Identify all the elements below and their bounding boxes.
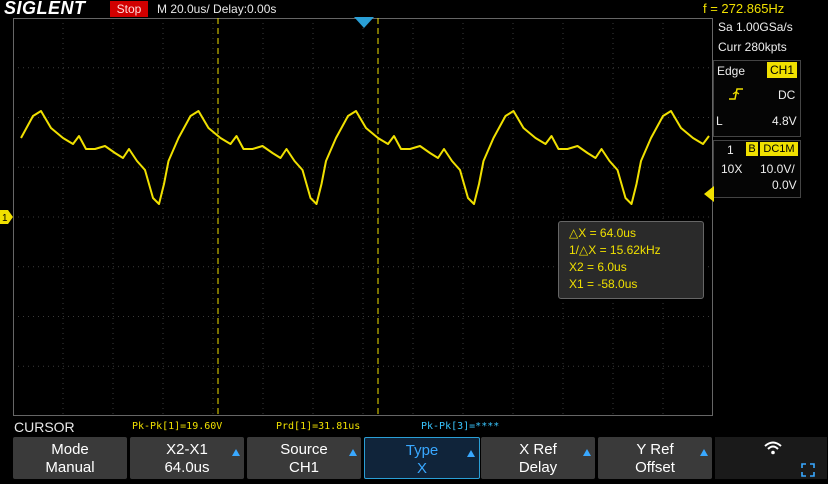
fullscreen-icon[interactable] <box>801 463 815 477</box>
softkey-label: X Ref <box>519 441 557 458</box>
trigger-level-label: L <box>716 114 723 128</box>
softkey-label: Source <box>280 441 328 458</box>
softkey-type[interactable]: Type X <box>364 437 480 479</box>
channel1-trace <box>20 110 710 205</box>
brand-logo: SIGLENT <box>4 0 86 18</box>
softkey-value: X <box>416 460 427 477</box>
channel-number: 1 <box>727 143 734 157</box>
softkey-x2-x1[interactable]: X2-X1 64.0us <box>130 437 244 479</box>
inverse-delta-x-readout: 1/△X = 15.62kHz <box>569 243 661 257</box>
knob-adjust-icon <box>583 449 591 456</box>
trigger-level: 4.8V <box>772 114 797 128</box>
softkey-source[interactable]: Source CH1 <box>247 437 361 479</box>
graticule <box>13 18 713 416</box>
softkey-label: X2-X1 <box>166 441 208 458</box>
measurement-prd1: Prd[1]=31.81us <box>276 421 361 432</box>
svg-text:1: 1 <box>2 213 8 224</box>
knob-adjust-icon <box>467 450 475 457</box>
softkey-label: Type <box>405 442 439 459</box>
menu-title: CURSOR <box>14 419 75 435</box>
knob-adjust-icon <box>349 449 357 456</box>
softkey-value: Delay <box>518 459 558 476</box>
bandwidth-limit-badge: B <box>746 142 758 156</box>
wifi-icon <box>764 441 782 455</box>
trigger-type: Edge <box>717 64 746 78</box>
memory-depth: Curr 280kpts <box>718 40 787 54</box>
softkey-value: Offset <box>635 459 675 476</box>
softkey-extra[interactable] <box>715 437 827 479</box>
trigger-source: CH1 <box>767 62 797 78</box>
channel-coupling-impedance: DC1M <box>760 142 798 156</box>
measurement-pkpk1: Pk-Pk[1]=19.60V <box>132 421 223 432</box>
softkey-mode[interactable]: Mode Manual <box>13 437 127 479</box>
softkey-label: Mode <box>51 441 89 458</box>
measurement-pkpk3: Pk-Pk[3]=**** <box>421 421 500 432</box>
volts-per-div: 10.0V/ <box>760 162 795 176</box>
channel-offset: 0.0V <box>772 178 797 192</box>
knob-adjust-icon <box>232 449 240 456</box>
channel1-ground-marker[interactable]: 1 <box>0 210 13 224</box>
softkey-value: 64.0us <box>164 459 210 476</box>
run-stop-status[interactable]: Stop <box>110 1 148 17</box>
waveform-display[interactable] <box>13 18 713 416</box>
softkey-y-ref[interactable]: Y Ref Offset <box>598 437 712 479</box>
softkey-x-ref[interactable]: X Ref Delay <box>481 437 595 479</box>
trigger-coupling: DC <box>778 88 796 102</box>
softkey-value: Manual <box>45 459 95 476</box>
softkey-label: Y Ref <box>636 441 674 458</box>
frequency-counter: f = 272.865Hz <box>703 1 785 16</box>
timebase-readout[interactable]: M 20.0us/ Delay:0.00s <box>157 2 276 16</box>
sample-rate: Sa 1.00GSa/s <box>718 20 793 34</box>
knob-adjust-icon <box>700 449 708 456</box>
rising-edge-icon <box>729 88 743 100</box>
cursor-readout-panel: △X = 64.0us 1/△X = 15.62kHz X2 = 6.0us X… <box>558 221 704 299</box>
delta-x-readout: △X = 64.0us <box>569 226 636 240</box>
probe-ratio: 10X <box>721 162 743 176</box>
softkey-value: CH1 <box>288 459 319 476</box>
trigger-position-marker[interactable] <box>354 17 374 29</box>
trigger-level-marker[interactable] <box>704 186 714 202</box>
x2-readout: X2 = 6.0us <box>569 260 627 274</box>
x1-readout: X1 = -58.0us <box>569 277 638 291</box>
